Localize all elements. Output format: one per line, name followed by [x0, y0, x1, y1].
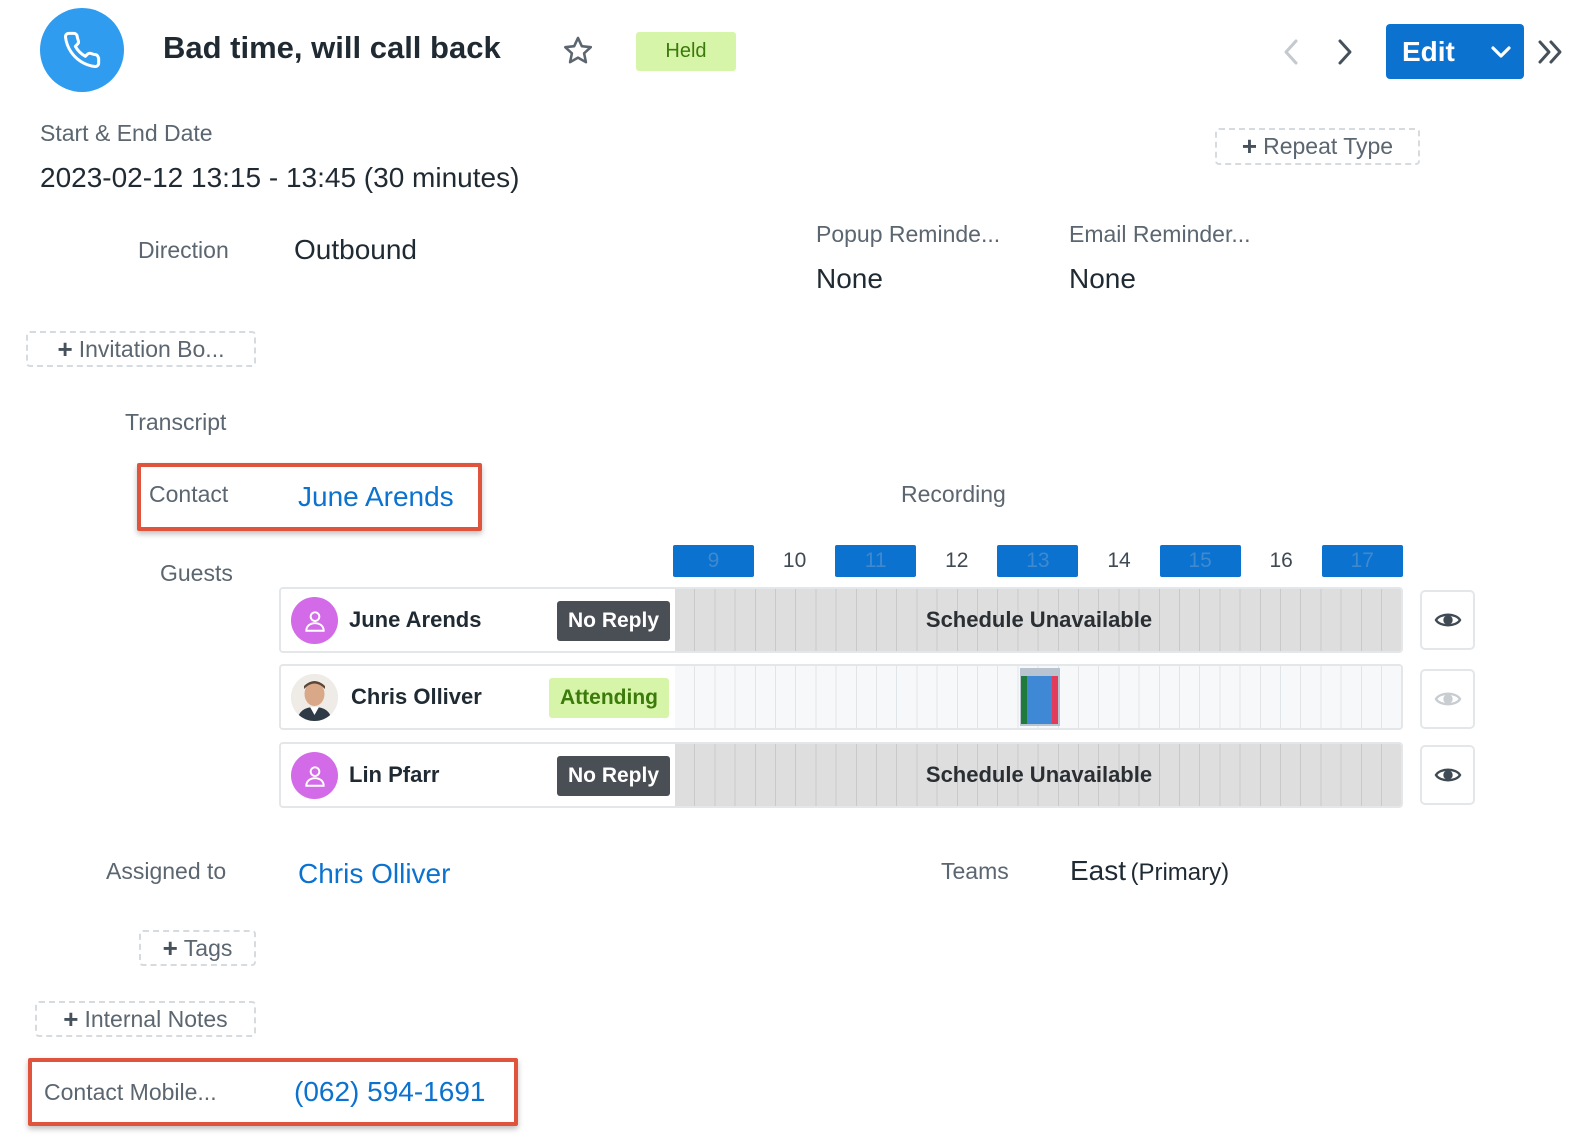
direction-value: Outbound	[294, 234, 417, 265]
edit-button-group: Edit	[1386, 24, 1524, 79]
internal-notes-label: Internal Notes	[84, 1005, 228, 1032]
meeting-block	[1027, 676, 1052, 724]
guest-row: Lin Pfarr No Reply Schedule Unavailable	[279, 742, 1403, 808]
schedule-hour-label: 13	[997, 545, 1079, 577]
tags-label: Tags	[183, 934, 233, 961]
edit-button[interactable]: Edit	[1386, 36, 1478, 68]
assigned-user-link[interactable]: Chris Olliver	[298, 858, 450, 890]
contact-link[interactable]: June Arends	[298, 481, 454, 513]
status-badge: Held	[636, 32, 736, 71]
guest-info: June Arends No Reply	[281, 589, 675, 651]
schedule-hour-label: 11	[835, 545, 917, 577]
person-icon	[291, 597, 338, 644]
add-internal-notes-button[interactable]: + Internal Notes	[35, 1001, 256, 1037]
contact-mobile-link[interactable]: (062) 594-1691	[294, 1076, 485, 1108]
guest-name-link[interactable]: Chris Olliver	[351, 684, 482, 710]
invitation-body-label: Invitation Bo...	[78, 335, 225, 362]
user-photo-avatar	[291, 674, 338, 721]
preview-eye-icon[interactable]	[1420, 590, 1475, 650]
teams-value: East (Primary)	[1070, 855, 1229, 887]
contact-label: Contact	[149, 481, 229, 507]
direction-label: Direction	[138, 237, 229, 263]
schedule-hour-label: 9	[673, 545, 754, 577]
guest-info: Lin Pfarr No Reply	[281, 744, 675, 806]
next-record-chevron-right-icon[interactable]	[1330, 34, 1360, 70]
teams-label: Teams	[941, 858, 1009, 884]
start-end-date-label: Start & End Date	[40, 120, 213, 146]
recording-label: Recording	[901, 481, 1006, 507]
start-end-date-value: 2023-02-12 13:15 - 13:45 (30 minutes)	[40, 162, 520, 193]
contact-mobile-label: Contact Mobile...	[44, 1079, 217, 1105]
schedule-hour-label: 16	[1269, 549, 1293, 572]
add-invitation-body-button[interactable]: + Invitation Bo...	[26, 331, 256, 367]
person-icon	[291, 752, 338, 799]
schedule-hour-label: 15	[1159, 545, 1241, 577]
record-title: Bad time, will call back	[163, 30, 501, 65]
guest-name-link[interactable]: Lin Pfarr	[349, 762, 439, 788]
transcript-label: Transcript	[125, 409, 227, 435]
guest-timeline: Schedule Unavailable	[675, 744, 1401, 806]
add-tags-button[interactable]: + Tags	[139, 930, 256, 966]
schedule-hour-label: 14	[1107, 549, 1131, 572]
guest-timeline	[675, 666, 1401, 728]
reply-status-badge: No Reply	[557, 756, 671, 796]
guest-timeline: Schedule Unavailable	[675, 589, 1401, 651]
reply-status-badge: Attending	[549, 678, 669, 718]
popup-reminder-value: None	[816, 263, 883, 294]
repeat-type-label: Repeat Type	[1263, 133, 1394, 159]
plus-icon: +	[162, 932, 178, 963]
plus-icon: +	[57, 333, 73, 364]
double-chevron-right-icon[interactable]	[1534, 34, 1568, 70]
schedule-unavailable-text: Schedule Unavailable	[925, 762, 1153, 787]
guest-name-link[interactable]: June Arends	[349, 607, 481, 633]
schedule-hour-label: 10	[782, 549, 807, 572]
guest-info: Chris Olliver Attending	[281, 666, 675, 728]
team-primary-tag: (Primary)	[1130, 859, 1230, 886]
schedule-hour-label: 12	[945, 549, 969, 572]
add-repeat-type-button[interactable]: + Repeat Type	[1215, 128, 1420, 165]
favorite-star-icon[interactable]	[561, 34, 595, 68]
guests-label: Guests	[160, 560, 233, 586]
popup-reminder-label: Popup Reminde...	[816, 221, 1001, 247]
email-reminder-label: Email Reminder...	[1069, 221, 1251, 247]
schedule-unavailable-text: Schedule Unavailable	[925, 607, 1153, 632]
meeting-end-marker	[1052, 676, 1058, 724]
plus-icon: +	[63, 1003, 79, 1034]
team-name: East	[1070, 855, 1127, 886]
guest-row: June Arends No Reply Schedule Unavailabl…	[279, 587, 1403, 653]
actions-chevron-down-icon[interactable]	[1478, 24, 1524, 79]
previous-record-chevron-left-icon[interactable]	[1276, 34, 1306, 70]
plus-icon: +	[1241, 131, 1258, 161]
preview-eye-icon[interactable]	[1420, 669, 1475, 729]
phone-icon	[64, 31, 101, 68]
assigned-to-label: Assigned to	[106, 858, 227, 884]
reply-status-badge: No Reply	[557, 601, 671, 641]
email-reminder-value: None	[1069, 263, 1136, 294]
call-record-icon	[40, 8, 124, 92]
schedule-hour-label: 17	[1321, 545, 1403, 577]
preview-eye-icon[interactable]	[1420, 745, 1475, 805]
guest-row: Chris Olliver Attending	[279, 664, 1403, 730]
